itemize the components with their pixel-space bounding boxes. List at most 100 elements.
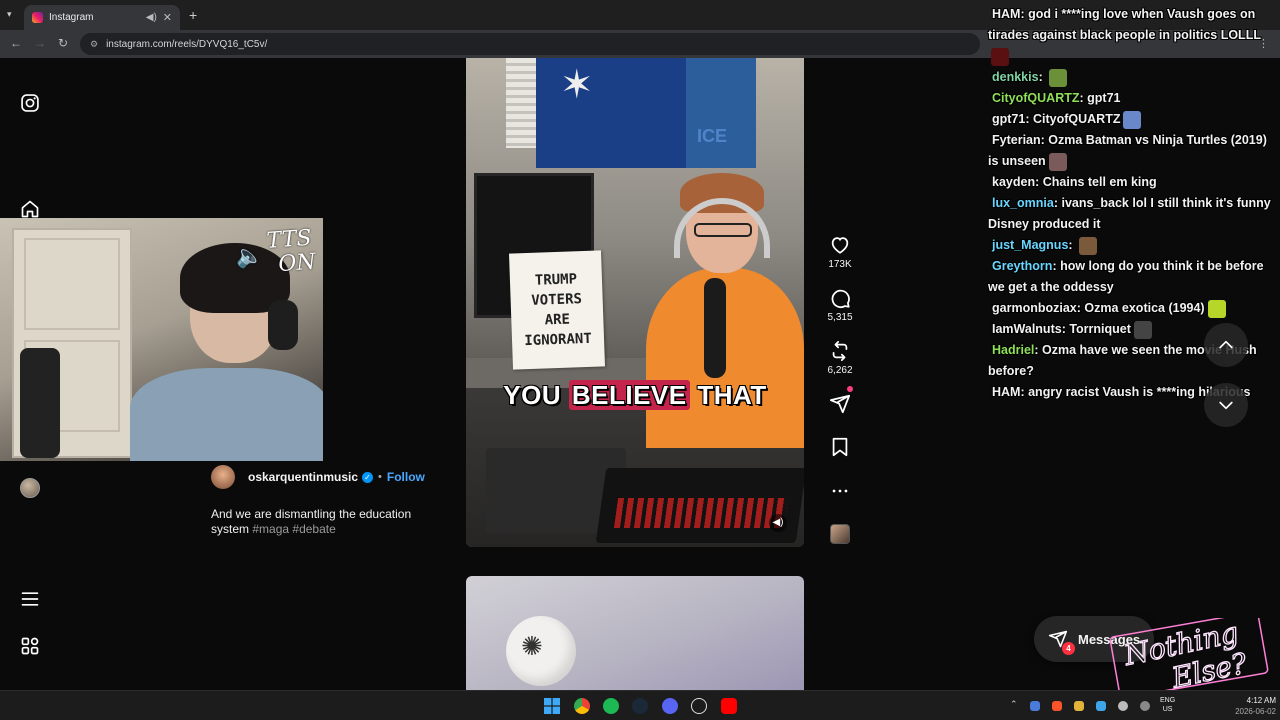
chat-username[interactable]: lux_omnia (992, 196, 1054, 210)
next-reel-preview[interactable]: ✺ (466, 576, 804, 690)
author-avatar[interactable] (211, 465, 235, 489)
chat-emote-icon (1123, 110, 1142, 129)
chat-message: HAM: god i ****ing love when Vaush goes … (986, 4, 1280, 67)
volume-icon[interactable]: ◀) (769, 514, 787, 532)
notification-dot (847, 386, 853, 392)
repost-icon (832, 340, 848, 362)
chat-separator: : (1038, 70, 1047, 84)
post-caption: And we are dismantling the education sys… (211, 507, 421, 537)
follow-button[interactable]: Follow (387, 470, 425, 484)
chat-separator: : (1052, 259, 1061, 273)
author-username[interactable]: oskarquentinmusic (248, 470, 358, 484)
chat-emote-icon (1133, 320, 1152, 339)
repost-count: 6,262 (827, 365, 853, 376)
reel-post-meta: oskarquentinmusic ✓ • Follow And we are … (211, 465, 441, 537)
chat-username[interactable]: CityofQUARTZ (992, 91, 1080, 105)
studio-microphone (704, 278, 726, 378)
comment-icon (831, 289, 850, 309)
close-tab-icon[interactable]: ✕ (163, 11, 172, 24)
tray-app-icon[interactable] (1096, 701, 1106, 711)
previous-reel-button[interactable] (1204, 323, 1248, 367)
share-button[interactable] (818, 393, 862, 415)
chat-separator: : (1068, 238, 1077, 252)
speaker-icon[interactable]: ◀) (146, 12, 157, 23)
headphones (268, 300, 298, 350)
home-icon[interactable] (19, 198, 41, 220)
chat-emote-icon (1207, 299, 1226, 318)
discord-icon[interactable] (662, 698, 678, 714)
system-clock[interactable]: 4:12 AM 2026-06-02 (1230, 695, 1276, 717)
steam-icon[interactable] (632, 698, 648, 714)
chat-message: denkkis: (986, 67, 1280, 88)
site-info-icon[interactable]: ⚙ (90, 39, 98, 50)
chat-username[interactable]: HAM (992, 385, 1020, 399)
verified-badge-icon: ✓ (362, 471, 374, 483)
profile-avatar[interactable] (20, 478, 40, 498)
chat-username[interactable]: gpt71 (992, 112, 1025, 126)
audio-thumbnail[interactable] (830, 524, 850, 544)
chat-username[interactable]: garmonboziax (992, 301, 1077, 315)
chat-message: Fyterian: Ozma Batman vs Ninja Turtles (… (986, 130, 1280, 172)
language-indicator[interactable]: ENG US (1160, 696, 1175, 714)
chat-username[interactable]: kayden (992, 175, 1035, 189)
comment-button[interactable]: 5,315 (818, 287, 862, 323)
chat-message: CityofQUARTZ: gpt71 (986, 88, 1280, 109)
obs-icon[interactable] (691, 698, 707, 714)
more-options-button[interactable] (818, 480, 862, 502)
chat-message: just_Magnus: (986, 235, 1280, 256)
chat-username[interactable]: just_Magnus (992, 238, 1068, 252)
chat-separator: : (1025, 112, 1033, 126)
chat-username[interactable]: denkkis (992, 70, 1039, 84)
chat-username[interactable]: Greythorn (992, 259, 1052, 273)
chat-username[interactable]: Fyterian (992, 133, 1041, 147)
instagram-logo-icon[interactable] (19, 92, 41, 114)
tray-volume-icon[interactable] (1140, 701, 1150, 711)
instagram-favicon-icon (32, 12, 43, 23)
tray-network-icon[interactable] (1118, 701, 1128, 711)
menu-icon[interactable] (19, 588, 41, 610)
windows-start-icon[interactable] (544, 698, 560, 714)
spotify-icon[interactable] (603, 698, 619, 714)
more-icon[interactable] (19, 635, 41, 657)
tray-overflow-icon[interactable]: ⌃ (1010, 699, 1018, 710)
like-button[interactable]: 173K (818, 234, 862, 270)
heart-icon (831, 237, 849, 254)
youtube-icon[interactable] (721, 698, 737, 714)
browser-tab-instagram[interactable]: Instagram ◀) ✕ (24, 5, 180, 30)
windows-taskbar: ⌃ ENG US 4:12 AM 2026-06-02 (0, 690, 1280, 720)
new-tab-button[interactable]: + (189, 7, 197, 23)
reel-video[interactable]: ✶ FUCK ICE TRUMP VOTERS ARE IGNORANT YOU… (466, 58, 804, 547)
man-glasses (694, 223, 752, 237)
chat-text: Chains tell em king (1042, 175, 1157, 189)
chat-username[interactable]: IamWalnuts (992, 322, 1062, 336)
chat-text: god i ****ing love when Vaush goes on ti… (988, 7, 1261, 42)
chat-separator: : (1034, 343, 1043, 357)
back-arrow-icon[interactable]: ← (10, 36, 22, 50)
address-bar[interactable]: ⚙ instagram.com/reels/DYVQ16_tC5v/ (80, 33, 980, 55)
chat-emote-icon (991, 47, 1009, 66)
chat-text: gpt71 (1087, 91, 1121, 105)
chat-separator: : (1035, 175, 1043, 189)
flag-text: FUCK ICE (687, 76, 737, 146)
chat-text: CityofQUARTZ (1032, 112, 1121, 126)
chrome-icon[interactable] (574, 698, 590, 714)
ellipsis-icon (832, 489, 848, 493)
repost-button[interactable]: 6,262 (818, 340, 862, 376)
comment-count: 5,315 (827, 312, 853, 323)
chat-username[interactable]: Hadriel (992, 343, 1034, 357)
chat-username[interactable]: HAM (992, 7, 1020, 21)
tray-brave-icon[interactable] (1052, 701, 1062, 711)
chat-message: gpt71: CityofQUARTZ (986, 109, 1280, 130)
hashtag-link[interactable]: #maga (252, 522, 289, 536)
forward-arrow-icon[interactable]: → (34, 36, 46, 50)
tray-steam-icon[interactable] (1030, 701, 1040, 711)
chat-text: Torrniquet (1069, 322, 1131, 336)
protest-sign: TRUMP VOTERS ARE IGNORANT (509, 250, 605, 370)
tab-search-icon[interactable]: ▾ (7, 9, 12, 20)
tray-folder-icon[interactable] (1074, 701, 1084, 711)
hashtag-link[interactable]: #debate (292, 522, 335, 536)
chevron-down-icon (1219, 401, 1233, 410)
next-reel-button[interactable] (1204, 383, 1248, 427)
save-button[interactable] (818, 436, 862, 458)
reload-icon[interactable]: ↻ (58, 36, 68, 50)
